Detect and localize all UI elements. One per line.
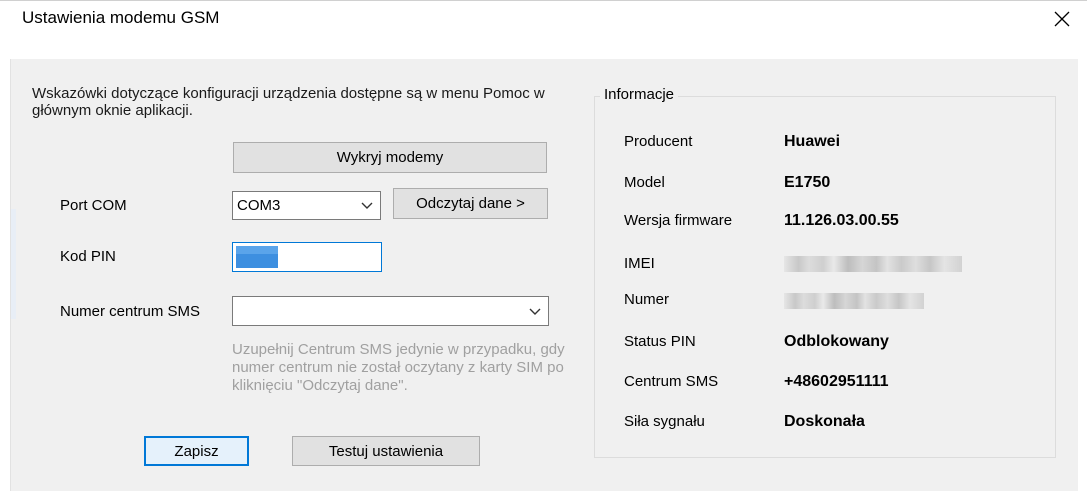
pin-code-input[interactable] [232, 242, 382, 272]
sms-center-select[interactable] [232, 296, 549, 326]
sms-center-hint: Uzupełnij Centrum SMS jedynie w przypadk… [232, 341, 565, 394]
info-label-pin-status: Status PIN [624, 333, 696, 350]
close-button[interactable] [1045, 3, 1079, 35]
info-label-sms-center: Centrum SMS [624, 373, 719, 390]
info-label-imei: IMEI [624, 255, 655, 272]
info-label-firmware: Wersja firmware [624, 212, 733, 229]
info-value-number-redacted [784, 293, 924, 309]
config-hint: Wskazówki dotyczące konfiguracji urządze… [32, 85, 545, 119]
save-button[interactable]: Zapisz [144, 436, 249, 466]
dialog-window: Ustawienia modemu GSM Wskazówki dotycząc… [0, 0, 1087, 491]
close-icon [1054, 11, 1070, 27]
detect-modems-button[interactable]: Wykryj modemy [233, 142, 547, 173]
title-bar: Ustawienia modemu GSM [0, 0, 1087, 39]
info-value-pin-status: Odblokowany [784, 333, 889, 350]
info-value-sms-center: +48602951111 [784, 373, 889, 390]
info-label-signal: Siła sygnału [624, 413, 705, 430]
pin-code-label: Kod PIN [60, 248, 116, 265]
sms-center-label: Numer centrum SMS [60, 303, 201, 320]
read-data-button[interactable]: Odczytaj dane > [393, 188, 548, 219]
port-com-value: COM3 [237, 197, 281, 214]
info-value-model: E1750 [784, 174, 831, 191]
info-group-title: Informacje [600, 86, 679, 103]
chevron-down-icon [361, 202, 373, 209]
info-label-number: Numer [624, 291, 670, 308]
info-value-imei-redacted [784, 256, 962, 272]
port-com-label: Port COM [60, 197, 127, 214]
info-label-model: Model [624, 174, 665, 191]
window-title: Ustawienia modemu GSM [22, 8, 220, 27]
test-settings-button[interactable]: Testuj ustawienia [292, 436, 480, 466]
pin-selection-top [236, 246, 278, 254]
info-label-producer: Producent [624, 133, 693, 150]
side-accent [11, 209, 16, 319]
info-value-signal: Doskonała [784, 413, 865, 430]
info-value-firmware: 11.126.03.00.55 [784, 212, 899, 229]
chevron-down-icon [529, 308, 541, 315]
port-com-select[interactable]: COM3 [232, 191, 381, 220]
info-value-producer: Huawei [784, 133, 841, 150]
